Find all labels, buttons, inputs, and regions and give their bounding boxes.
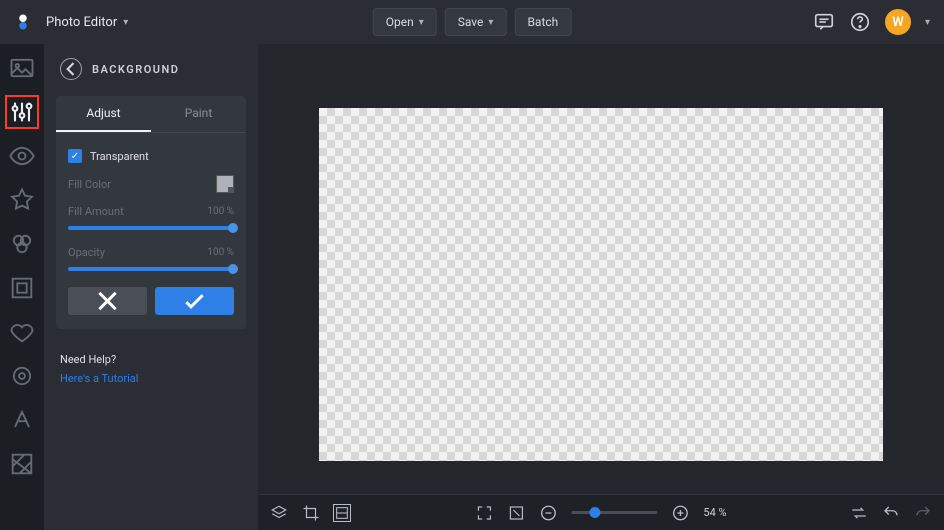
top-center-buttons: Open ▾ Save ▾ Batch	[373, 8, 572, 36]
need-help-label: Need Help?	[60, 351, 242, 370]
stage	[258, 44, 944, 494]
save-button[interactable]: Save ▾	[445, 8, 507, 36]
tool-gear-icon[interactable]	[8, 362, 36, 390]
crop-icon[interactable]	[302, 504, 320, 522]
redo-icon[interactable]	[914, 504, 932, 522]
chevron-down-icon: ▾	[488, 17, 493, 28]
fill-amount-label: Fill Amount	[68, 205, 124, 218]
fill-amount-slider[interactable]	[68, 226, 234, 230]
help-block: Need Help? Here's a Tutorial	[44, 337, 258, 402]
tab-adjust[interactable]: Adjust	[56, 96, 151, 132]
tool-sidebar	[0, 44, 44, 530]
opacity-label: Opacity	[68, 246, 105, 259]
batch-label: Batch	[527, 15, 558, 29]
bottom-bar: 54 %	[258, 494, 944, 530]
chevron-down-icon: ▾	[123, 17, 128, 28]
transparent-canvas[interactable]	[319, 108, 883, 461]
tool-heart-icon[interactable]	[8, 318, 36, 346]
tool-texture-icon[interactable]	[8, 450, 36, 478]
transparent-row: ✓ Transparent	[56, 143, 246, 169]
tool-frame-icon[interactable]	[8, 274, 36, 302]
tool-image-icon[interactable]	[8, 54, 36, 82]
confirm-button[interactable]	[155, 287, 234, 315]
undo-icon[interactable]	[882, 504, 900, 522]
canvas-area: 54 %	[258, 44, 944, 530]
tool-overlay-icon[interactable]	[8, 230, 36, 258]
save-label: Save	[458, 15, 484, 29]
avatar-letter: W	[892, 15, 903, 30]
batch-button[interactable]: Batch	[514, 8, 571, 36]
cancel-button[interactable]	[68, 287, 147, 315]
opacity-slider[interactable]	[68, 267, 234, 271]
app-logo-icon	[14, 13, 32, 31]
main: BACKGROUND Adjust Paint ✓ Transparent Fi…	[0, 44, 944, 530]
bottom-left	[270, 504, 350, 522]
zoom-value: 54 %	[703, 506, 726, 519]
fit-icon[interactable]	[507, 504, 525, 522]
tool-star-icon[interactable]	[8, 186, 36, 214]
help-icon[interactable]	[849, 11, 871, 33]
tab-paint[interactable]: Paint	[151, 96, 246, 132]
opacity-row: Opacity 100 %	[56, 240, 246, 265]
tool-adjust-icon[interactable]	[8, 98, 36, 126]
fill-amount-row: Fill Amount 100 %	[56, 199, 246, 224]
compare-icon[interactable]	[850, 504, 868, 522]
transparent-label: Transparent	[90, 150, 149, 163]
tutorial-link[interactable]: Here's a Tutorial	[60, 372, 138, 385]
panel-actions	[56, 281, 246, 315]
grid-icon[interactable]	[334, 505, 350, 521]
bottom-right	[850, 504, 932, 522]
chevron-down-icon: ▾	[419, 17, 424, 28]
comment-icon[interactable]	[813, 11, 835, 33]
transparent-checkbox[interactable]: ✓	[68, 149, 82, 163]
zoom-in-icon[interactable]	[671, 504, 689, 522]
tool-eye-icon[interactable]	[8, 142, 36, 170]
fullscreen-icon[interactable]	[475, 504, 493, 522]
fill-color-label: Fill Color	[68, 178, 111, 191]
zoom-slider[interactable]	[571, 511, 657, 514]
tool-text-icon[interactable]	[8, 406, 36, 434]
back-button[interactable]	[60, 58, 82, 80]
background-card: Adjust Paint ✓ Transparent Fill Color Fi…	[56, 96, 246, 329]
bottom-center: 54 %	[475, 504, 726, 522]
app-title-dropdown[interactable]: Photo Editor ▾	[46, 15, 128, 30]
panel-title: BACKGROUND	[92, 63, 179, 76]
fill-amount-value: 100 %	[207, 206, 234, 217]
open-button[interactable]: Open ▾	[373, 8, 437, 36]
fill-color-swatch[interactable]	[216, 175, 234, 193]
opacity-value: 100 %	[207, 247, 234, 258]
open-label: Open	[386, 15, 414, 29]
fill-color-row: Fill Color	[56, 169, 246, 199]
zoom-out-icon[interactable]	[539, 504, 557, 522]
panel-tabs: Adjust Paint	[56, 96, 246, 133]
side-panel: BACKGROUND Adjust Paint ✓ Transparent Fi…	[44, 44, 258, 530]
layers-icon[interactable]	[270, 504, 288, 522]
panel-header: BACKGROUND	[44, 44, 258, 88]
chevron-down-icon[interactable]: ▾	[925, 17, 930, 28]
avatar[interactable]: W	[885, 9, 911, 35]
app-title-text: Photo Editor	[46, 15, 117, 30]
top-bar: Photo Editor ▾ Open ▾ Save ▾ Batch W ▾	[0, 0, 944, 44]
top-right: W ▾	[813, 9, 930, 35]
